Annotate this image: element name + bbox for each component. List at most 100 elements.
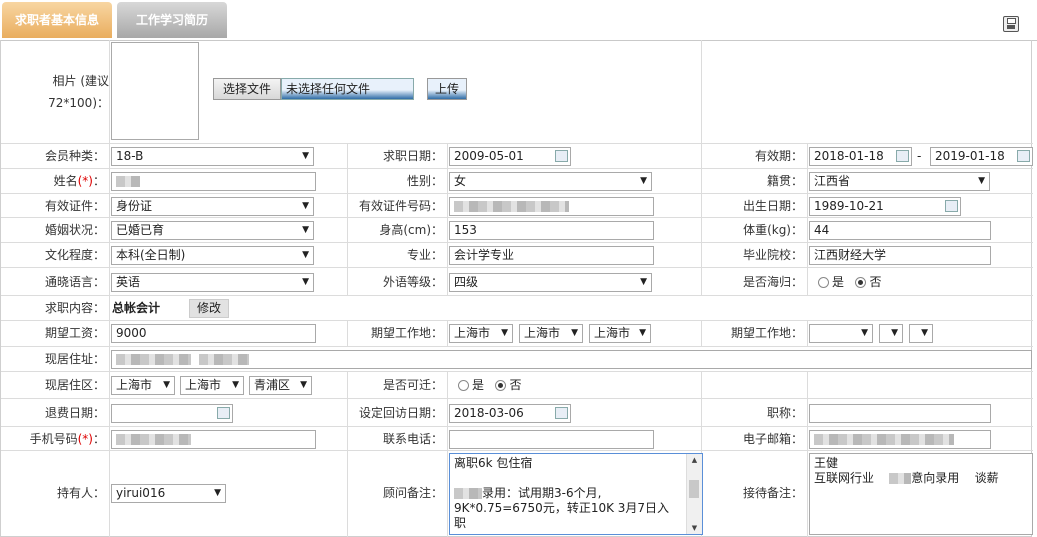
valid-from-input[interactable]: 2018-01-18 — [809, 147, 912, 166]
returnee-label: 是否海归： — [742, 275, 803, 289]
required-mark: (*) — [77, 432, 93, 446]
owner-select[interactable]: yirui016 — [111, 484, 226, 503]
education-select[interactable]: 本科(全日制) — [111, 246, 314, 265]
name-label-text: 姓名 — [53, 174, 78, 188]
mobile-input[interactable] — [111, 430, 316, 449]
salary-value: 9000 — [116, 326, 147, 340]
scroll-down-icon[interactable]: ▼ — [687, 522, 702, 534]
tab-work-history[interactable]: 工作学习简历 — [117, 2, 227, 38]
address-input[interactable] — [111, 350, 1032, 369]
marriage-select[interactable]: 已婚已育 — [111, 221, 314, 240]
language-row: 通晓语言： 英语 外语等级： 四级 是否海归： 是 否 — [1, 267, 1033, 295]
refund-date-input[interactable] — [111, 404, 233, 423]
job-date-input[interactable]: 2009-05-01 — [449, 147, 571, 166]
language-level-select[interactable]: 四级 — [449, 273, 652, 292]
cert-value: 身份证 — [116, 199, 153, 213]
birth-value: 1989-10-21 — [814, 199, 884, 213]
work-place-2-label: 期望工作地： — [730, 326, 803, 340]
returnee-yes-radio[interactable] — [818, 277, 829, 288]
cert-no-label: 有效证件号码： — [358, 199, 443, 213]
mobile-label-text: 手机号码 — [29, 432, 78, 446]
name-row: 姓名(*)： 性别： 女 籍贯： 江西省 — [1, 168, 1033, 193]
advisor-note-line-1: 离职6k 包住宿 — [454, 456, 533, 470]
edit-job-button[interactable]: 修改 — [189, 299, 229, 318]
calendar-icon[interactable] — [1017, 150, 1030, 162]
height-input[interactable]: 153 — [449, 221, 654, 240]
scroll-thumb[interactable] — [689, 480, 699, 498]
telephone-input[interactable] — [449, 430, 654, 449]
returnee-no-radio[interactable] — [855, 277, 867, 288]
cert-select[interactable]: 身份证 — [111, 197, 314, 216]
cert-no-input[interactable] — [449, 197, 654, 216]
advisor-note-textarea[interactable]: 离职6k 包住宿 录用：试用期3-6个月, 9K*0.75=6750元，转正10K … — [449, 453, 703, 535]
name-label-colon: ： — [92, 174, 105, 188]
phone-row: 手机号码(*)： 联系电话： 电子邮箱： — [1, 426, 1033, 450]
weight-value: 44 — [814, 223, 830, 237]
job-date-label: 求职日期： — [382, 149, 443, 163]
relocate-yes-radio[interactable] — [458, 380, 469, 391]
gender-value: 女 — [454, 174, 467, 188]
work-place-label: 期望工作地： — [370, 326, 443, 340]
name-input[interactable] — [111, 172, 316, 191]
marriage-value: 已婚已育 — [116, 223, 165, 237]
area-row: 现居住区： 上海市 上海市 青浦区 是否可迁： 是 否 — [1, 371, 1033, 398]
work-place-select-1[interactable]: 上海市 — [449, 324, 513, 343]
work-place-2-select-3[interactable] — [909, 324, 933, 343]
work-place-select-3[interactable]: 上海市 — [589, 324, 651, 343]
salary-row: 期望工资： 9000 期望工作地： 上海市 上海市 上海市 期望工作地： — [1, 320, 1033, 346]
area-select-2[interactable]: 上海市 — [180, 376, 244, 395]
refund-date-label: 退费日期： — [44, 406, 105, 420]
photo-label: 相片 (建议72*100)： — [48, 74, 109, 110]
returnee-radio-group: 是 否 — [818, 272, 881, 292]
work-place-select-2[interactable]: 上海市 — [519, 324, 583, 343]
calendar-icon[interactable] — [217, 407, 230, 419]
applicant-form: 相片 (建议72*100)： 选择文件 未选择任何文件 上传 会员种类： 18-… — [0, 40, 1033, 537]
job-content-label: 求职内容： — [44, 301, 105, 315]
reception-note-textarea[interactable]: 王健 互联网行业 意向录用 谈薪 — [809, 453, 1033, 535]
tab-basic-info[interactable]: 求职者基本信息 — [2, 2, 112, 38]
calendar-icon[interactable] — [555, 407, 568, 419]
language-level-label: 外语等级： — [382, 275, 443, 289]
calendar-icon[interactable] — [945, 200, 958, 212]
valid-to-input[interactable]: 2019-01-18 — [930, 147, 1033, 166]
advisor-note-line-4: 职 — [454, 516, 467, 530]
work-place-2-select-2[interactable] — [879, 324, 903, 343]
advisor-note-scrollbar[interactable]: ▲ ▼ — [686, 454, 702, 534]
salary-label: 期望工资： — [44, 326, 105, 340]
gender-label: 性别： — [406, 174, 443, 188]
salary-input[interactable]: 9000 — [111, 324, 316, 343]
calendar-icon[interactable] — [896, 150, 909, 162]
weight-input[interactable]: 44 — [809, 221, 991, 240]
birth-input[interactable]: 1989-10-21 — [809, 197, 961, 216]
id-row: 有效证件： 身份证 有效证件号码： 出生日期： 1989-10-21 — [1, 193, 1033, 217]
member-row: 会员种类： 18-B 求职日期： 2009-05-01 有效期： 2018-01… — [1, 143, 1033, 168]
origin-select[interactable]: 江西省 — [809, 172, 990, 191]
save-icon[interactable] — [1003, 16, 1019, 32]
member-type-select[interactable]: 18-B — [111, 147, 314, 166]
job-title-input[interactable] — [809, 404, 991, 423]
visit-date-input[interactable]: 2018-03-06 — [449, 404, 571, 423]
cert-label: 有效证件： — [44, 199, 105, 213]
advisor-note-line-3: 9K*0.75=6750元，转正10K 3月7日入 — [454, 501, 670, 515]
school-input[interactable]: 江西财经大学 — [809, 246, 991, 265]
gender-select[interactable]: 女 — [449, 172, 652, 191]
education-label: 文化程度： — [44, 248, 105, 262]
major-input[interactable]: 会计学专业 — [449, 246, 654, 265]
visit-date-value: 2018-03-06 — [454, 406, 524, 420]
choose-file-button[interactable]: 选择文件 — [213, 78, 281, 100]
origin-label: 籍贯： — [766, 174, 803, 188]
area-select-1[interactable]: 上海市 — [111, 376, 175, 395]
scroll-up-icon[interactable]: ▲ — [687, 454, 702, 466]
language-select[interactable]: 英语 — [111, 273, 314, 292]
calendar-icon[interactable] — [555, 150, 568, 162]
relocate-no-radio[interactable] — [495, 380, 507, 391]
upload-button[interactable]: 上传 — [427, 78, 467, 100]
relocate-radio-group: 是 否 — [458, 375, 521, 395]
work-place-value-3: 上海市 — [594, 326, 631, 340]
area-select-3[interactable]: 青浦区 — [249, 376, 312, 395]
work-place-2-select-1[interactable] — [809, 324, 873, 343]
birth-label: 出生日期： — [742, 199, 803, 213]
address-label: 现居住址： — [44, 352, 105, 366]
email-input[interactable] — [809, 430, 991, 449]
language-label: 通晓语言： — [44, 275, 105, 289]
